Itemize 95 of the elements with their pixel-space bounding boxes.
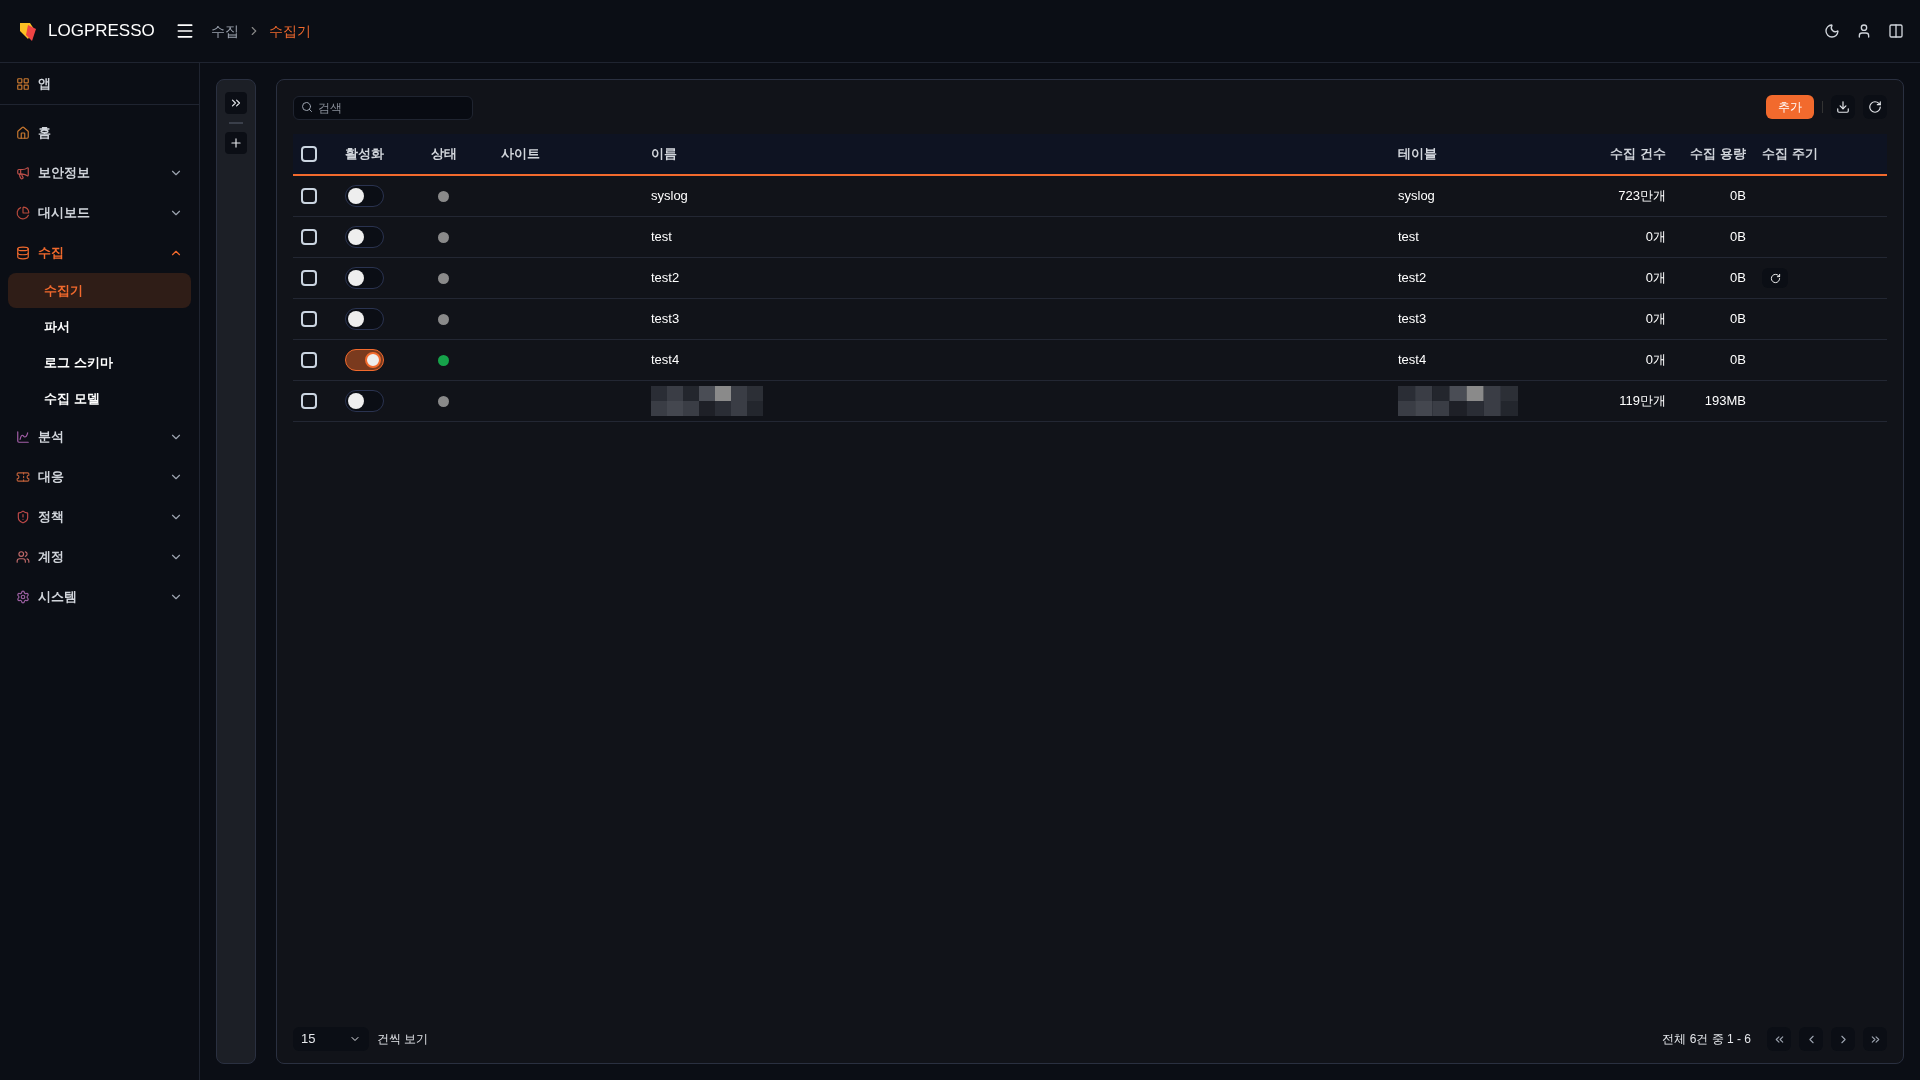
table-cell: 0B: [1730, 188, 1746, 204]
checkbox[interactable]: [301, 352, 317, 368]
page-summary: 전체 6건 중 1 - 6: [1662, 1031, 1751, 1048]
column-header: 수집 건수: [1609, 145, 1666, 164]
table-cell: 193MB: [1704, 393, 1746, 409]
download-button[interactable]: [1831, 95, 1855, 119]
user-button[interactable]: [1856, 23, 1872, 39]
table-cell: test4: [1398, 352, 1427, 368]
nav-item[interactable]: 보안정보: [0, 153, 199, 193]
table-cell: 0개: [1645, 270, 1666, 286]
first-page-button[interactable]: [1767, 1027, 1791, 1051]
column-header: 이름: [651, 145, 678, 164]
page-size-select[interactable]: 15: [293, 1027, 369, 1051]
layout-button[interactable]: [1888, 23, 1904, 39]
nav-item[interactable]: 분석: [0, 417, 199, 457]
apps-label[interactable]: 앱: [38, 73, 51, 94]
search-field[interactable]: 검색: [293, 96, 473, 120]
table-cell: 0B: [1730, 229, 1746, 245]
nav-item[interactable]: 정책: [0, 497, 199, 537]
database-icon: [16, 246, 30, 260]
checkbox[interactable]: [301, 393, 317, 409]
table-cell: syslog: [1398, 188, 1435, 204]
checkbox[interactable]: [301, 229, 317, 245]
table-cell: test3: [651, 311, 680, 327]
toggle-switch[interactable]: [345, 185, 384, 207]
page-size-label: 건씩 보기: [377, 1031, 429, 1048]
user-icon: [1856, 23, 1872, 39]
table-cell: test3: [1398, 311, 1427, 327]
table-cell: test2: [651, 270, 680, 286]
table-cell: test4: [651, 352, 680, 368]
table-cell: test: [1398, 229, 1419, 245]
refresh-button[interactable]: [1762, 268, 1788, 288]
nav-item[interactable]: 시스템: [0, 577, 199, 617]
column-header: 활성화: [345, 145, 385, 164]
plus-icon: [229, 136, 243, 150]
refresh-button[interactable]: [1863, 95, 1887, 119]
table-cell: 723만개: [1618, 188, 1666, 204]
nav-item[interactable]: 계정: [0, 537, 199, 577]
toggle-switch[interactable]: [345, 267, 384, 289]
column-header: 사이트: [501, 145, 541, 164]
nav-item[interactable]: 수집: [0, 233, 199, 273]
breadcrumb-link[interactable]: 수집: [210, 20, 239, 42]
refresh-icon: [1769, 272, 1781, 284]
ticket-icon: [16, 470, 30, 484]
checkbox[interactable]: [301, 311, 317, 327]
moon-icon: [1824, 23, 1840, 39]
column-header: 테이블: [1398, 145, 1438, 164]
table-cell: test: [651, 229, 672, 245]
chart-icon: [16, 430, 30, 444]
previous-page-button[interactable]: [1799, 1027, 1823, 1051]
last-page-button[interactable]: [1863, 1027, 1887, 1051]
gear-icon: [16, 590, 30, 604]
toggle-switch[interactable]: [345, 308, 384, 330]
download-icon: [1836, 100, 1850, 114]
table-cell: test2: [1398, 270, 1427, 286]
table-cell: 0B: [1730, 270, 1746, 286]
nav-subitem[interactable]: 수집 모델: [8, 381, 191, 416]
apps-icon: [16, 76, 30, 91]
logo-text: LOGPRESSO: [48, 20, 155, 43]
nav-subitem[interactable]: 로그 스키마: [8, 345, 191, 380]
refresh-icon: [1868, 100, 1882, 114]
breadcrumb-link[interactable]: 수집기: [268, 20, 311, 42]
table-cell: 0B: [1730, 311, 1746, 327]
column-header: 수집 주기: [1761, 145, 1818, 164]
table-cell: 0개: [1645, 229, 1666, 245]
toggle-switch[interactable]: [345, 226, 384, 248]
pie-chart-icon: [16, 206, 30, 220]
home-icon: [16, 126, 30, 140]
nav-item[interactable]: 대시보드: [0, 193, 199, 233]
toggle-switch[interactable]: [345, 349, 384, 371]
add-button[interactable]: [225, 132, 247, 154]
column-header: 상태: [431, 145, 458, 164]
nav-item[interactable]: 대응: [0, 457, 199, 497]
users-icon: [16, 550, 30, 564]
nav-subitem[interactable]: 수집기: [8, 273, 191, 308]
toggle-switch[interactable]: [345, 390, 384, 412]
megaphone-icon: [16, 166, 30, 180]
nav-subitem[interactable]: 파서: [8, 309, 191, 344]
table-cell: 0B: [1730, 352, 1746, 368]
checkbox[interactable]: [301, 270, 317, 286]
expand-button[interactable]: [225, 92, 247, 114]
table-cell: 0개: [1645, 311, 1666, 327]
shield-icon: [16, 510, 30, 524]
checkbox[interactable]: [301, 188, 317, 204]
search-icon: [301, 101, 313, 113]
table-cell: 119만개: [1619, 393, 1666, 409]
table-cell: syslog: [651, 188, 688, 204]
next-page-button[interactable]: [1831, 1027, 1855, 1051]
columns-icon: [1888, 23, 1904, 39]
column-header: 수집 용량: [1689, 145, 1746, 164]
table-cell: 0개: [1645, 352, 1666, 368]
double-chevron-icon: [229, 96, 243, 110]
dark-mode-button[interactable]: [1824, 23, 1840, 39]
nav-item[interactable]: 홈: [0, 113, 199, 153]
checkbox[interactable]: [301, 146, 317, 162]
